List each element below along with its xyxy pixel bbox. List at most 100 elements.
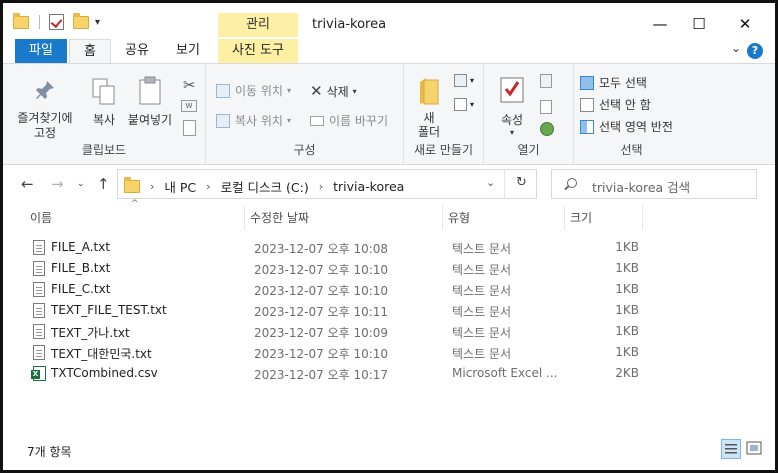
new-folder-icon[interactable] (73, 12, 89, 29)
text-file-icon (33, 324, 45, 339)
easy-access-chevron-down-icon[interactable]: ▾ (470, 100, 474, 109)
file-name: TEXT_가나.txt (51, 326, 130, 340)
file-name: FILE_C.txt (51, 282, 111, 296)
breadcrumb-separator-icon[interactable]: › (150, 180, 154, 193)
file-modified-date: 2023-12-07 오후 10:10 (254, 347, 389, 361)
open-group-label: 열기 (517, 143, 540, 157)
customize-toolbar-chevron-icon[interactable]: ▾ (95, 17, 100, 28)
select-none-label: 선택 안 함 (599, 98, 651, 112)
tab-share[interactable]: 공유 (119, 39, 155, 63)
properties-button[interactable]: 속성 ▾ (492, 76, 532, 137)
recent-locations-chevron-icon[interactable]: ⌄ (77, 179, 85, 189)
tab-home[interactable]: 홈 (69, 39, 111, 64)
copy-to-button[interactable]: 복사 위치 ▾ (216, 112, 291, 129)
new-folder-button[interactable]: 새 폴더 (412, 76, 446, 139)
large-icons-view-icon (746, 441, 762, 455)
breadcrumb-local-disk[interactable]: 로컬 디스크 (C:) (221, 177, 309, 196)
window-title: trivia-korea (312, 17, 387, 32)
folder-icon (124, 177, 140, 193)
column-header-date[interactable]: 수정한 날짜 (247, 206, 443, 230)
move-to-chevron-down-icon: ▾ (286, 86, 291, 95)
new-item-chevron-down-icon[interactable]: ▾ (470, 76, 474, 85)
pin-label-line2: 고정 (33, 126, 57, 140)
cut-scissors-icon[interactable]: ✂ (183, 76, 196, 94)
tab-view[interactable]: 보기 (167, 39, 209, 63)
select-all-label: 모두 선택 (599, 76, 647, 90)
history-icon[interactable] (540, 122, 554, 136)
new-group-label: 새로 만들기 (413, 143, 473, 157)
breadcrumb-current-folder[interactable]: trivia-korea (333, 179, 404, 194)
forward-arrow-icon[interactable]: → (51, 175, 64, 193)
move-to-button[interactable]: 이동 위치 ▾ (216, 82, 291, 99)
search-icon (567, 178, 577, 188)
paste-shortcut-icon[interactable] (183, 120, 196, 136)
file-type: 텍스트 문서 (452, 305, 512, 319)
ribbon-tabs: 파일 홈 공유 보기 사진 도구 ⌄ ? (3, 39, 775, 64)
column-header-name[interactable]: 이름 (27, 206, 245, 230)
file-name: TEXT_대한민국.txt (51, 347, 152, 361)
easy-access-icon[interactable] (454, 98, 467, 111)
select-all-button[interactable]: 모두 선택 (580, 74, 647, 91)
explorer-window: ▾ 관리 trivia-korea — ☐ ✕ 파일 홈 공유 보기 사진 도구… (0, 0, 778, 473)
breadcrumb-separator-icon[interactable]: › (206, 180, 210, 193)
select-all-icon (580, 75, 594, 90)
breadcrumb-this-pc[interactable]: 내 PC (164, 177, 196, 196)
select-none-button[interactable]: 선택 안 함 (580, 96, 651, 113)
file-row[interactable]: FILE_A.txt 2023-12-07 오후 10:08 텍스트 문서 1KB (27, 237, 647, 258)
copy-button[interactable]: 복사 (87, 78, 121, 128)
details-view-button[interactable] (721, 439, 741, 459)
close-button[interactable]: ✕ (722, 11, 768, 37)
invert-selection-icon (580, 119, 594, 134)
up-arrow-icon[interactable]: ↑ (97, 175, 110, 193)
delete-button[interactable]: ✕ 삭제 ▾ (310, 82, 357, 100)
column-header-size[interactable]: 크기 (567, 206, 643, 230)
file-row[interactable]: FILE_C.txt 2023-12-07 오후 10:10 텍스트 문서 1KB (27, 279, 647, 300)
properties-checkmark-icon[interactable] (49, 14, 64, 30)
new-folder-icon (420, 78, 439, 105)
file-size: 1KB (615, 303, 639, 317)
file-row[interactable]: TEXT_대한민국.txt 2023-12-07 오후 10:10 텍스트 문서 1K… (27, 342, 647, 363)
rename-button[interactable]: 이름 바꾸기 (310, 112, 388, 129)
collapse-ribbon-chevron-icon[interactable]: ⌄ (731, 41, 741, 55)
move-to-label: 이동 위치 (235, 84, 283, 98)
large-icons-view-button[interactable] (745, 439, 765, 459)
tab-file[interactable]: 파일 (15, 39, 67, 63)
address-history-chevron-icon[interactable]: ⌄ (486, 176, 495, 189)
back-arrow-icon[interactable]: ← (21, 175, 34, 193)
paste-label: 붙여넣기 (127, 113, 173, 127)
file-name: TXTCombined.csv (51, 366, 158, 380)
open-icon[interactable] (540, 74, 552, 88)
paste-button[interactable]: 붙여넣기 (124, 76, 176, 128)
edit-icon[interactable] (540, 100, 552, 114)
manage-context-tab[interactable]: 관리 (218, 13, 298, 37)
file-row[interactable]: TEXT_가나.txt 2023-12-07 오후 10:09 텍스트 문서 1KB (27, 321, 647, 342)
copy-to-chevron-down-icon: ▾ (286, 116, 291, 125)
select-group-label: 선택 (620, 143, 643, 157)
pin-icon (36, 81, 54, 99)
file-modified-date: 2023-12-07 오후 10:08 (254, 242, 389, 256)
address-bar[interactable]: › 내 PC › 로컬 디스크 (C:) › trivia-korea ⌄ ↻ (117, 169, 537, 199)
file-size: 1KB (615, 261, 639, 275)
invert-selection-label: 선택 영역 반전 (599, 120, 673, 134)
text-file-icon (33, 261, 45, 276)
refresh-icon[interactable]: ↻ (516, 175, 527, 190)
copy-path-icon[interactable]: W (181, 100, 197, 112)
file-row[interactable]: FILE_B.txt 2023-12-07 오후 10:10 텍스트 문서 1KB (27, 258, 647, 279)
help-icon[interactable]: ? (747, 43, 763, 59)
search-box[interactable]: trivia-korea 검색 (551, 169, 757, 199)
invert-selection-button[interactable]: 선택 영역 반전 (580, 118, 673, 135)
clipboard-group: 즐겨찾기에 고정 복사 붙여넣기 ✂ W 클립보드 (3, 64, 206, 164)
pin-to-quick-access-button[interactable]: 즐겨찾기에 고정 (9, 78, 81, 141)
column-header-type[interactable]: 유형 (445, 206, 565, 230)
new-folder-label-line1: 새 (423, 111, 435, 125)
file-type: 텍스트 문서 (452, 326, 512, 340)
breadcrumb-separator-icon[interactable]: › (319, 180, 323, 193)
rename-label: 이름 바꾸기 (329, 114, 389, 128)
maximize-button[interactable]: ☐ (676, 11, 722, 37)
select-none-icon (580, 97, 594, 112)
file-row[interactable]: TXTCombined.csv 2023-12-07 오후 10:17 Micros… (27, 363, 647, 384)
file-row[interactable]: TEXT_FILE_TEST.txt 2023-12-07 오후 10:11 텍스트… (27, 300, 647, 321)
tab-picture-tools[interactable]: 사진 도구 (218, 39, 298, 63)
new-item-icon[interactable] (454, 74, 467, 87)
move-to-icon (216, 83, 230, 98)
